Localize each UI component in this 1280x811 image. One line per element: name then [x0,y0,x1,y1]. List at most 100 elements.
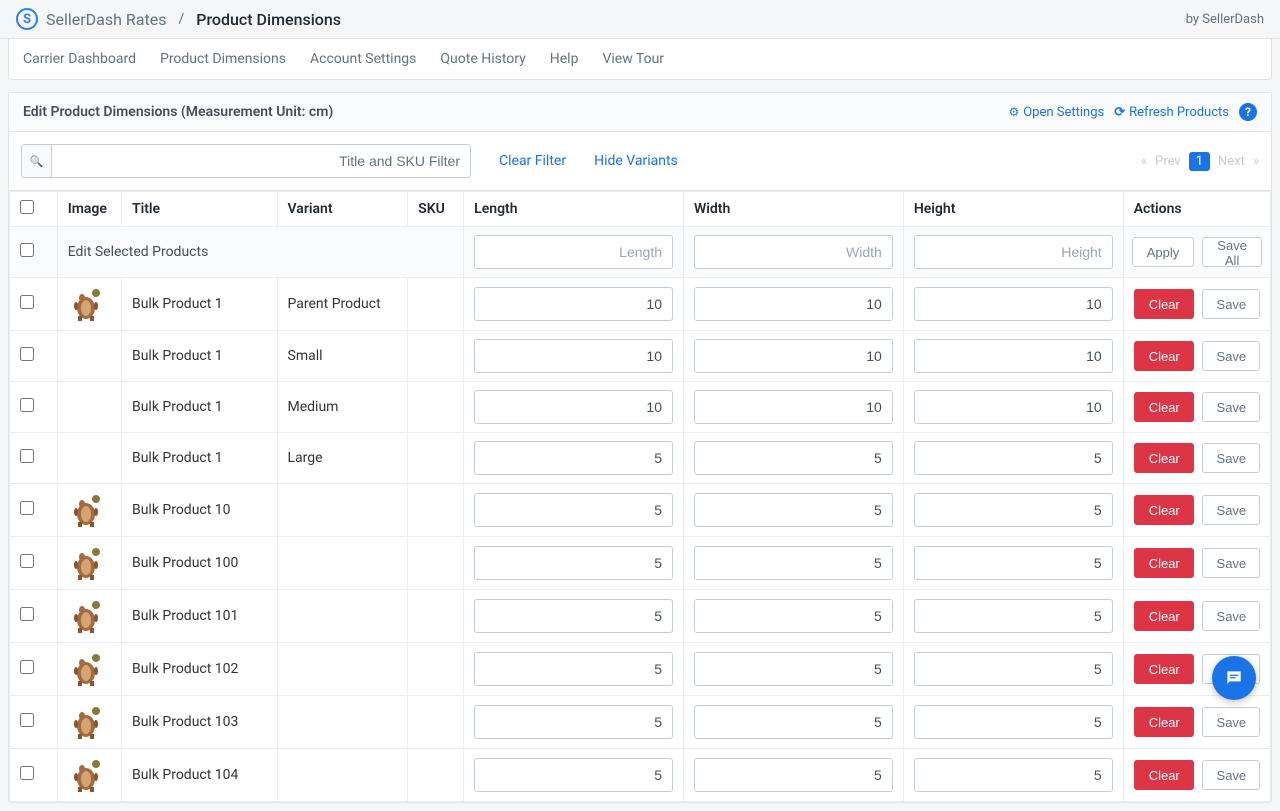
product-thumbnail [68,704,104,740]
clear-button[interactable]: Clear [1134,341,1194,371]
clear-button[interactable]: Clear [1134,392,1194,422]
select-all-checkbox[interactable] [20,200,34,214]
length-input[interactable] [474,390,673,424]
clear-button[interactable]: Clear [1134,760,1194,790]
row-checkbox[interactable] [20,449,34,463]
nav-quote-history[interactable]: Quote History [440,51,525,67]
width-input[interactable] [694,758,893,792]
width-input[interactable] [694,390,893,424]
row-variant [277,537,408,590]
height-input[interactable] [914,493,1113,527]
row-variant [277,484,408,537]
col-sku: SKU [408,192,464,227]
row-checkbox[interactable] [20,607,34,621]
apply-button[interactable]: Apply [1132,237,1195,267]
length-input[interactable] [474,705,673,739]
pagination-prev[interactable]: Prev [1155,154,1181,169]
width-input[interactable] [694,339,893,373]
pagination-first[interactable]: « [1141,154,1147,169]
panel-title: Edit Product Dimensions (Measurement Uni… [23,104,333,120]
table-row: Bulk Product 1SmallClearSave [10,331,1271,382]
refresh-products-link[interactable]: Refresh Products [1114,105,1229,120]
width-input[interactable] [694,652,893,686]
row-checkbox[interactable] [20,766,34,780]
pagination-page[interactable]: 1 [1189,152,1210,171]
help-icon[interactable]: ? [1239,103,1257,121]
row-checkbox[interactable] [20,398,34,412]
nav-view-tour[interactable]: View Tour [602,51,664,67]
clear-button[interactable]: Clear [1134,707,1194,737]
save-button[interactable]: Save [1202,707,1260,737]
row-variant: Parent Product [277,278,408,331]
pagination: « Prev 1 Next » [1141,152,1259,171]
bulk-height-input[interactable] [914,235,1113,269]
chat-button[interactable] [1212,656,1256,700]
row-checkbox[interactable] [20,660,34,674]
length-input[interactable] [474,339,673,373]
height-input[interactable] [914,441,1113,475]
length-input[interactable] [474,758,673,792]
width-input[interactable] [694,493,893,527]
row-title: Bulk Product 100 [121,537,277,590]
pagination-next[interactable]: Next [1218,154,1245,169]
clear-button[interactable]: Clear [1134,654,1194,684]
row-checkbox[interactable] [20,347,34,361]
table-row: Bulk Product 100 Clear Save [10,537,1271,590]
length-input[interactable] [474,599,673,633]
bulk-width-input[interactable] [694,235,893,269]
length-input[interactable] [474,441,673,475]
width-input[interactable] [694,599,893,633]
save-button[interactable]: Save [1202,443,1260,473]
open-settings-link[interactable]: Open Settings [1008,105,1104,120]
chat-icon [1224,668,1244,688]
length-input[interactable] [474,546,673,580]
height-input[interactable] [914,599,1113,633]
row-checkbox[interactable] [20,554,34,568]
clear-button[interactable]: Clear [1134,495,1194,525]
row-title: Bulk Product 104 [121,749,277,802]
length-input[interactable] [474,493,673,527]
open-settings-label: Open Settings [1023,105,1104,120]
nav-carrier-dashboard[interactable]: Carrier Dashboard [23,51,136,67]
height-input[interactable] [914,287,1113,321]
nav-help[interactable]: Help [550,51,579,67]
height-input[interactable] [914,705,1113,739]
height-input[interactable] [914,390,1113,424]
nav-product-dimensions[interactable]: Product Dimensions [160,51,286,67]
width-input[interactable] [694,546,893,580]
gear-icon [1008,105,1019,120]
save-button[interactable]: Save [1202,392,1260,422]
hide-variants-link[interactable]: Hide Variants [594,153,678,169]
length-input[interactable] [474,287,673,321]
height-input[interactable] [914,758,1113,792]
save-button[interactable]: Save [1202,495,1260,525]
length-input[interactable] [474,652,673,686]
nav-account-settings[interactable]: Account Settings [310,51,416,67]
bulk-length-input[interactable] [474,235,673,269]
panel-header: Edit Product Dimensions (Measurement Uni… [9,93,1271,132]
clear-filter-link[interactable]: Clear Filter [499,153,566,169]
save-button[interactable]: Save [1202,341,1260,371]
width-input[interactable] [694,441,893,475]
height-input[interactable] [914,546,1113,580]
clear-button[interactable]: Clear [1134,601,1194,631]
search-input[interactable] [51,144,471,178]
width-input[interactable] [694,287,893,321]
height-input[interactable] [914,652,1113,686]
width-input[interactable] [694,705,893,739]
row-checkbox[interactable] [20,713,34,727]
clear-button[interactable]: Clear [1134,289,1194,319]
pagination-last[interactable]: » [1253,154,1259,169]
clear-button[interactable]: Clear [1134,548,1194,578]
height-input[interactable] [914,339,1113,373]
bulk-row-checkbox[interactable] [20,243,34,257]
save-button[interactable]: Save [1202,289,1260,319]
clear-button[interactable]: Clear [1134,443,1194,473]
row-checkbox[interactable] [20,501,34,515]
save-button[interactable]: Save [1202,548,1260,578]
save-button[interactable]: Save [1202,760,1260,790]
row-sku [408,484,464,537]
save-button[interactable]: Save [1202,601,1260,631]
save-all-button[interactable]: Save All [1202,237,1262,267]
row-checkbox[interactable] [20,295,34,309]
